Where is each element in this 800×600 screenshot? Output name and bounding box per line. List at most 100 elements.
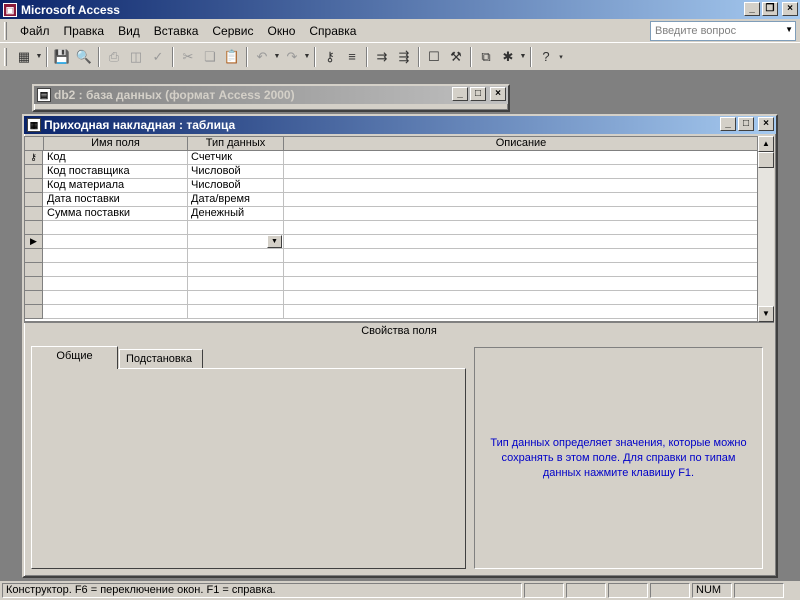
field-name-cell[interactable] bbox=[44, 249, 188, 263]
current-row-arrow-icon[interactable]: ▶ bbox=[25, 235, 43, 249]
field-row[interactable] bbox=[25, 291, 757, 305]
data-type-cell[interactable] bbox=[188, 221, 284, 235]
row-selector[interactable] bbox=[25, 165, 43, 179]
header-field-name[interactable]: Имя поля bbox=[44, 137, 188, 151]
field-row[interactable] bbox=[25, 221, 757, 235]
description-cell[interactable] bbox=[284, 179, 757, 193]
menu-file[interactable]: Файл bbox=[13, 24, 57, 38]
delete-rows-icon[interactable]: ⇶ bbox=[393, 46, 415, 68]
ask-question-input[interactable]: Введите вопрос ▼ bbox=[650, 21, 796, 41]
database-window-icon[interactable]: ⧉ bbox=[475, 46, 497, 68]
undo-dropdown-icon[interactable]: ▼ bbox=[273, 53, 281, 60]
field-row[interactable] bbox=[25, 277, 757, 291]
primary-key-icon[interactable]: ⚷ bbox=[319, 46, 341, 68]
data-type-cell[interactable] bbox=[188, 277, 284, 291]
field-name-cell[interactable]: Дата поставки bbox=[44, 193, 188, 207]
menu-window[interactable]: Окно bbox=[260, 24, 302, 38]
field-name-cell[interactable] bbox=[44, 291, 188, 305]
db-minimize-button[interactable]: _ bbox=[452, 87, 468, 101]
data-type-cell[interactable]: Дата/время bbox=[188, 193, 284, 207]
database-window-title-bar[interactable]: ▤ db2 : база данных (формат Access 2000)… bbox=[34, 86, 508, 104]
row-selector[interactable] bbox=[25, 305, 43, 319]
data-type-cell[interactable]: ▼ bbox=[188, 235, 284, 249]
field-name-cell[interactable] bbox=[44, 277, 188, 291]
app-restore-button[interactable]: ❐ bbox=[762, 2, 778, 16]
menu-view[interactable]: Вид bbox=[111, 24, 147, 38]
save-icon[interactable]: 💾 bbox=[51, 46, 73, 68]
menubar-grip[interactable] bbox=[4, 21, 7, 40]
menu-tools[interactable]: Сервис bbox=[205, 24, 260, 38]
description-cell[interactable] bbox=[284, 249, 757, 263]
db-close-button[interactable]: × bbox=[490, 87, 506, 101]
field-row[interactable]: Код поставщика Числовой bbox=[25, 165, 757, 179]
header-description[interactable]: Описание bbox=[284, 137, 757, 151]
field-name-cell[interactable]: Сумма поставки bbox=[44, 207, 188, 221]
grid-corner[interactable] bbox=[25, 137, 44, 151]
scroll-thumb[interactable] bbox=[758, 152, 774, 168]
field-name-cell[interactable] bbox=[44, 221, 188, 235]
new-object-dropdown-icon[interactable]: ▼ bbox=[519, 53, 527, 60]
table-window-title-bar[interactable]: ▦ Приходная накладная : таблица _ □ × bbox=[24, 116, 776, 134]
field-row[interactable] bbox=[25, 249, 757, 263]
help-icon[interactable]: ? bbox=[535, 46, 557, 68]
field-name-cell[interactable] bbox=[44, 235, 188, 249]
db-maximize-button[interactable]: □ bbox=[470, 87, 486, 101]
new-object-icon[interactable]: ✱ bbox=[497, 46, 519, 68]
insert-rows-icon[interactable]: ⇉ bbox=[371, 46, 393, 68]
toolbar-options-icon[interactable]: ▾ bbox=[557, 53, 565, 61]
description-cell[interactable] bbox=[284, 165, 757, 179]
field-row[interactable] bbox=[25, 263, 757, 277]
search-file-icon[interactable]: 🔍 bbox=[73, 46, 95, 68]
undo-icon[interactable]: ↶ bbox=[251, 46, 273, 68]
view-icon[interactable]: ▦ bbox=[13, 46, 35, 68]
row-selector[interactable] bbox=[25, 221, 43, 235]
chevron-down-icon[interactable]: ▼ bbox=[785, 25, 793, 34]
field-row[interactable]: ⚷ Код Счетчик bbox=[25, 151, 757, 165]
field-row[interactable]: Сумма поставки Денежный bbox=[25, 207, 757, 221]
menu-edit[interactable]: Правка bbox=[57, 24, 112, 38]
description-cell[interactable] bbox=[284, 305, 757, 319]
row-selector[interactable] bbox=[25, 179, 43, 193]
table-maximize-button[interactable]: □ bbox=[738, 117, 754, 131]
field-name-cell[interactable] bbox=[44, 263, 188, 277]
data-type-dropdown-icon[interactable]: ▼ bbox=[267, 235, 282, 248]
scroll-down-button[interactable]: ▼ bbox=[758, 306, 774, 322]
redo-dropdown-icon[interactable]: ▼ bbox=[303, 53, 311, 60]
build-icon[interactable]: ⚒ bbox=[445, 46, 467, 68]
table-minimize-button[interactable]: _ bbox=[720, 117, 736, 131]
cut-icon[interactable]: ✂ bbox=[177, 46, 199, 68]
description-cell[interactable] bbox=[284, 277, 757, 291]
field-name-cell[interactable]: Код материала bbox=[44, 179, 188, 193]
app-close-button[interactable]: × bbox=[782, 2, 798, 16]
spelling-icon[interactable]: ✓ bbox=[147, 46, 169, 68]
field-row[interactable]: Код материала Числовой bbox=[25, 179, 757, 193]
data-type-cell[interactable]: Денежный bbox=[188, 207, 284, 221]
menu-insert[interactable]: Вставка bbox=[147, 24, 206, 38]
description-cell[interactable] bbox=[284, 151, 757, 165]
print-icon[interactable]: ⎙ bbox=[103, 46, 125, 68]
field-row[interactable] bbox=[25, 305, 757, 319]
header-data-type[interactable]: Тип данных bbox=[188, 137, 284, 151]
field-name-cell[interactable]: Код bbox=[44, 151, 188, 165]
description-cell[interactable] bbox=[284, 235, 757, 249]
field-name-cell[interactable] bbox=[44, 305, 188, 319]
print-preview-icon[interactable]: ◫ bbox=[125, 46, 147, 68]
grid-vertical-scrollbar[interactable]: ▲ ▼ bbox=[758, 136, 774, 322]
redo-icon[interactable]: ↷ bbox=[281, 46, 303, 68]
menu-help[interactable]: Справка bbox=[302, 24, 363, 38]
description-cell[interactable] bbox=[284, 207, 757, 221]
field-row[interactable]: Дата поставки Дата/время bbox=[25, 193, 757, 207]
indexes-icon[interactable]: ≡ bbox=[341, 46, 363, 68]
description-cell[interactable] bbox=[284, 221, 757, 235]
data-type-cell[interactable] bbox=[188, 305, 284, 319]
view-dropdown-icon[interactable]: ▼ bbox=[35, 53, 43, 60]
data-type-cell[interactable]: Числовой bbox=[188, 165, 284, 179]
row-selector[interactable] bbox=[25, 249, 43, 263]
description-cell[interactable] bbox=[284, 263, 757, 277]
data-type-cell[interactable]: Счетчик bbox=[188, 151, 284, 165]
description-cell[interactable] bbox=[284, 193, 757, 207]
data-type-cell[interactable]: Числовой bbox=[188, 179, 284, 193]
field-row[interactable]: ▶ ▼ bbox=[25, 235, 757, 249]
copy-icon[interactable]: ❏ bbox=[199, 46, 221, 68]
app-minimize-button[interactable]: _ bbox=[744, 2, 760, 16]
